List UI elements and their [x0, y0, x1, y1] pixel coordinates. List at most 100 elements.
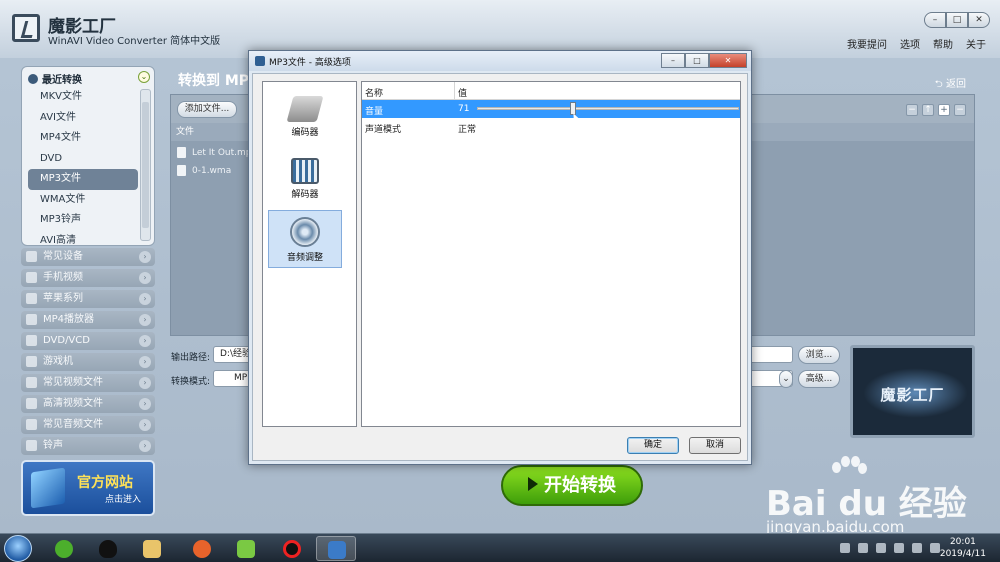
menu-about[interactable]: 关于	[966, 36, 986, 51]
back-button[interactable]: ⮌ 返回	[935, 75, 966, 94]
taskbar-app-recorder[interactable]	[272, 536, 312, 561]
close-icon[interactable]: ✕	[968, 12, 990, 28]
collapse-icon[interactable]: ⌄	[138, 71, 150, 83]
chevron-right-icon: ›	[139, 419, 151, 431]
category-phone-video[interactable]: 手机视频 ›	[21, 269, 155, 287]
volume-slider[interactable]	[477, 102, 739, 127]
maximize-icon[interactable]: □	[946, 12, 968, 28]
chevron-right-icon: ›	[139, 293, 151, 305]
category-ringtone[interactable]: 铃声 ›	[21, 437, 155, 455]
add-file-button[interactable]: 添加文件...	[177, 101, 237, 118]
advanced-button[interactable]: 高级...	[798, 370, 840, 388]
ok-button[interactable]: 确定	[627, 437, 679, 454]
device-icon	[26, 251, 37, 262]
dialog-title: MP3文件 - 高级选项	[269, 58, 351, 68]
taskbar-app-explorer[interactable]	[132, 536, 172, 561]
recent-item-mp4[interactable]: MP4文件	[28, 128, 138, 149]
taskbar-app-qq[interactable]	[88, 536, 128, 561]
file-name: 0-1.wma	[192, 165, 232, 176]
recent-item-mp3-ringtone[interactable]: MP3铃声	[28, 210, 138, 231]
property-row-volume[interactable]: 音量 71	[362, 100, 740, 127]
nav-encoder[interactable]: 编码器	[268, 90, 342, 148]
dialog-window-controls: – □ ✕	[661, 53, 747, 68]
apple-icon	[26, 293, 37, 304]
chevron-right-icon: ›	[139, 251, 151, 263]
column-divider[interactable]	[454, 82, 455, 99]
nav-decoder[interactable]: 解码器	[268, 152, 342, 210]
banner-subtitle: 点击进入	[105, 495, 142, 505]
start-convert-button[interactable]: 开始转换	[501, 465, 643, 506]
file-row[interactable]: 0-1.wma	[177, 165, 231, 176]
360-browser-icon	[55, 540, 73, 558]
recent-header[interactable]: 最近转换	[28, 71, 82, 86]
category-mp4-player[interactable]: MP4播放器 ›	[21, 311, 155, 329]
category-common-video[interactable]: 常见视频文件 ›	[21, 374, 155, 392]
network-icon[interactable]	[930, 543, 940, 553]
remove-icon[interactable]: −	[906, 104, 918, 116]
menu-options[interactable]: 选项	[900, 36, 920, 51]
media-player-icon	[237, 540, 255, 558]
browse-button[interactable]: 浏览...	[798, 346, 840, 364]
taskbar-app-firefox[interactable]	[182, 536, 222, 561]
audio-file-icon	[177, 165, 186, 176]
clock-time: 20:01	[949, 537, 976, 547]
category-hd-video[interactable]: 高清视频文件 ›	[21, 395, 155, 413]
hd-icon	[26, 398, 37, 409]
category-common-devices[interactable]: 常见设备 ›	[21, 248, 155, 266]
audio-adjust-icon	[290, 217, 320, 247]
menu-help[interactable]: 帮助	[933, 36, 953, 51]
recent-item-mp3[interactable]: MP3文件	[28, 169, 138, 190]
category-game-console[interactable]: 游戏机 ›	[21, 353, 155, 371]
dropdown-icon[interactable]: ⌄	[779, 370, 793, 388]
property-name: 声道模式	[365, 125, 402, 135]
battery-icon[interactable]	[876, 543, 886, 553]
scrollbar-thumb[interactable]	[142, 102, 149, 228]
chevron-right-icon: ›	[139, 377, 151, 389]
recent-panel: 最近转换 ⌄ MKV文件 AVI文件 MP4文件 DVD MP3文件 WMA文件…	[21, 66, 155, 246]
dialog-minimize-icon[interactable]: –	[661, 53, 685, 68]
advanced-options-dialog: MP3文件 - 高级选项 – □ ✕ 编码器 解码器 音频调整 名称 值 音量 …	[248, 50, 752, 465]
taskbar-app-winavi[interactable]	[316, 536, 356, 561]
category-apple[interactable]: 苹果系列 ›	[21, 290, 155, 308]
category-label: 常见音频文件	[43, 419, 103, 430]
add-icon[interactable]: +	[938, 104, 950, 116]
menu-ask[interactable]: 我要提问	[847, 36, 887, 51]
dialog-titlebar[interactable]: MP3文件 - 高级选项 – □ ✕	[249, 51, 751, 71]
gamepad-icon	[26, 356, 37, 367]
start-menu-icon[interactable]	[4, 535, 32, 562]
keyboard-icon[interactable]	[840, 543, 850, 553]
taskbar-app-media[interactable]	[226, 536, 266, 561]
official-site-banner[interactable]: 官方网站 点击进入	[21, 460, 155, 516]
nav-audio-adjust[interactable]: 音频调整	[268, 210, 342, 268]
taskbar-clock[interactable]: 20:01 2019/4/11	[940, 536, 986, 560]
clear-icon[interactable]: −	[954, 104, 966, 116]
category-label: 游戏机	[43, 356, 73, 367]
dialog-maximize-icon[interactable]: □	[685, 53, 709, 68]
minimize-icon[interactable]: –	[924, 12, 946, 28]
volume-icon[interactable]	[912, 543, 922, 553]
move-up-icon[interactable]: ↑	[922, 104, 934, 116]
property-row-channel-mode[interactable]: 声道模式 正常	[362, 118, 740, 136]
preview-panel: 魔影工厂	[850, 345, 975, 438]
recent-item-dvd[interactable]: DVD	[28, 149, 138, 170]
dialog-close-icon[interactable]: ✕	[709, 53, 747, 68]
category-common-audio[interactable]: 常见音频文件 ›	[21, 416, 155, 434]
file-name: Let It Out.mp	[192, 147, 252, 158]
disc-icon	[26, 335, 37, 346]
taskbar-app-360[interactable]	[44, 536, 84, 561]
sidebar: 最近转换 ⌄ MKV文件 AVI文件 MP4文件 DVD MP3文件 WMA文件…	[18, 62, 158, 517]
recent-scrollbar[interactable]	[140, 89, 151, 241]
category-label: 常见视频文件	[43, 377, 103, 388]
tray-expand-icon[interactable]	[858, 543, 868, 553]
recent-item-avi[interactable]: AVI文件	[28, 108, 138, 129]
cancel-button[interactable]: 取消	[689, 437, 741, 454]
file-row[interactable]: Let It Out.mp	[177, 147, 251, 158]
flag-icon[interactable]	[894, 543, 904, 553]
encoder-icon	[286, 96, 324, 122]
mode-label: 转换模式:	[171, 377, 211, 387]
recent-item-mkv[interactable]: MKV文件	[28, 87, 138, 108]
firefox-icon	[193, 540, 211, 558]
recent-icon	[28, 73, 38, 84]
category-dvd-vcd[interactable]: DVD/VCD ›	[21, 332, 155, 350]
recent-item-wma[interactable]: WMA文件	[28, 190, 138, 211]
